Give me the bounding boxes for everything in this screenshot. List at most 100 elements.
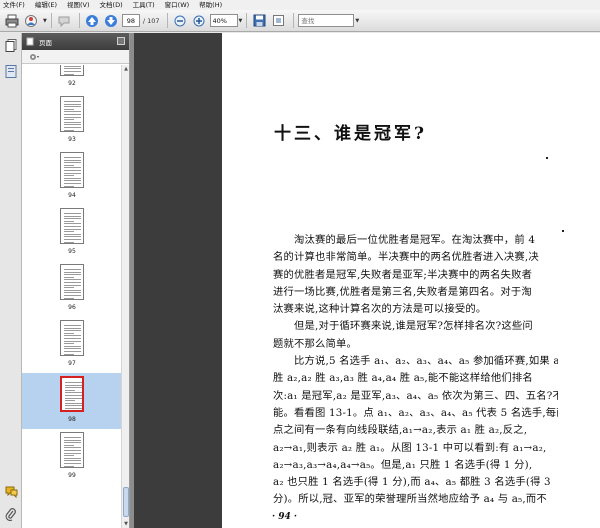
body-text-line: 题就不那么简单。 [273,337,357,350]
body-text-line: 比方说,5 名选手 a₁、a₂、a₃、a₄、a₅ 参加循环赛,如果 a₁ [273,355,558,368]
page-thumbnail[interactable]: 96 [22,261,122,317]
zoom-in-icon [193,15,205,26]
body-text-line: 但是,对于循环赛来说,谁是冠军?怎样排名次?这些问 [273,320,533,333]
body-text-line: 淘汰赛的最后一位优胜者是冠军。在淘汰赛中，前 4 [273,234,536,246]
save-button[interactable] [251,13,267,29]
thumbnail-label: 96 [68,304,76,311]
zoom-dropdown-icon[interactable]: ▼ [239,18,243,24]
printer-icon [5,14,19,27]
share-dropdown-icon[interactable]: ▼ [43,18,47,24]
thumbnail-label: 94 [68,192,76,199]
scroll-up-button[interactable]: ▲ [122,65,130,73]
attachments-panel-button[interactable] [4,507,18,521]
document-view[interactable]: 十三、谁是冠军? 淘汰赛的最后一位优胜者是冠军。在淘汰赛中，前 4 名的计算也非常… [134,33,600,528]
thumbnail-list[interactable]: 92 93 94 95 96 97 98 99 [22,65,130,528]
comment-bubble-icon [5,486,17,498]
pages-panel-header: 页面 [22,33,129,50]
toolbar-separator [78,13,80,28]
thumbnail-label: 95 [68,248,76,255]
menu-bar: 文件(F) 编辑(E) 视图(V) 文档(D) 工具(T) 窗口(W) 帮助(H… [0,0,600,10]
comments-panel-button[interactable] [4,485,18,499]
thumbnail-label: 99 [68,472,76,479]
scroll-down-button[interactable]: ▼ [122,520,130,528]
body-text-line: 进行一场比赛,优胜者是第三名,失败者是第四名。对于淘 [273,285,532,298]
page-number-input[interactable] [121,14,140,27]
body-text-line: 能。看看图 13-1。点 a₁、a₂、a₃、a₄、a₅ 代表 5 名选手,每两 [273,406,558,419]
pages-panel: 页面 92 93 94 95 96 97 98 99 ▲ ▼ [22,33,130,528]
pages-icon [5,38,17,52]
thumbnail-image [60,152,84,188]
panel-options-bar [22,50,129,64]
arrow-down-icon [104,14,117,27]
options-icon[interactable] [29,52,41,62]
collaborate-icon [25,14,37,27]
bookmarks-panel-button[interactable] [4,64,18,78]
zoom-in-button[interactable] [191,13,207,29]
page-footer: · 94 · [272,512,298,522]
toolbar-separator [50,13,52,28]
page-total-label: / 107 [142,16,160,25]
pages-panel-title: 页面 [39,38,52,47]
menu-view[interactable]: 视图(V) [67,0,90,10]
body-text: 淘汰赛的最后一位优胜者是冠军。在淘汰赛中，前 4 名的计算也非常简单。半决赛中的两… [273,232,558,509]
panel-collapse-button[interactable] [117,37,125,45]
page-thumbnail[interactable]: 99 [22,429,122,485]
toolbar-separator [246,13,248,28]
scrollbar-thumb[interactable] [123,487,129,517]
body-text-line: 点之间有一条有向线段联结,a₁→a₂,表示 a₁ 胜 a₂,反之, [273,424,528,437]
thumbnail-image [60,376,84,412]
menu-window[interactable]: 窗口(W) [165,0,190,10]
previous-page-button[interactable] [84,13,100,29]
menu-edit[interactable]: 编辑(E) [35,0,57,10]
disk-icon [253,14,266,27]
menu-tools[interactable]: 工具(T) [133,0,155,10]
thumbnail-image [60,96,84,132]
zoom-out-button[interactable] [172,13,188,29]
page-thumbnail[interactable]: 94 [22,149,122,205]
toolbar-separator [166,13,168,28]
menu-help[interactable]: 帮助(H) [199,0,222,10]
print-button[interactable] [4,13,20,29]
toolbar-separator [293,13,295,28]
thumbnail-image [60,264,84,300]
search-dropdown-icon[interactable]: ▼ [355,18,359,24]
thumbnail-label: 92 [68,80,76,87]
fit-page-icon [272,15,284,26]
body-text-line: 名的计算也非常简单。半决赛中的两名优胜者进入决赛,决 [273,251,539,264]
zoom-level-input[interactable] [209,14,238,27]
document-page: 十三、谁是冠军? 淘汰赛的最后一位优胜者是冠军。在淘汰赛中，前 4 名的计算也非常… [222,33,600,528]
body-text-line: a₂→a₃,a₃→a₄,a₄→a₅。但是,a₁ 只胜 1 名选手(得 1 分), [273,458,533,471]
toolbar: ▼ / 107 ▼ ▼ [0,10,600,32]
bookmark-icon [5,64,17,78]
pdf-reader-window: 文件(F) 编辑(E) 视图(V) 文档(D) 工具(T) 窗口(W) 帮助(H… [0,0,600,528]
page-thumbnail[interactable]: 95 [22,205,122,261]
chapter-title: 十三、谁是冠军? [274,124,427,144]
zoom-out-icon [174,15,186,26]
navigation-icon-bar [0,33,22,528]
comment-button[interactable] [56,13,72,29]
menu-document[interactable]: 文档(D) [100,0,123,10]
thumbnail-label: 93 [68,136,76,143]
page-thumbnail[interactable]: 98 [22,373,122,429]
page-speck [562,230,564,232]
body-text-line: 分)。所以,冠、亚军的荣誉理所当然地应给予 a₄ 与 a₅,而不 [273,493,547,506]
page-thumbnail[interactable]: 93 [22,93,122,149]
body-text-line: 胜 a₂,a₂ 胜 a₃,a₃ 胜 a₄,a₄ 胜 a₅,能不能这样给他们排名 [273,372,533,385]
comment-icon [58,16,70,27]
next-page-button[interactable] [103,13,119,29]
thumbnail-image [60,320,84,356]
arrow-up-icon [85,14,98,27]
thumbnail-label: 98 [68,416,76,423]
search-input[interactable] [298,14,355,27]
share-button[interactable] [23,13,39,29]
fit-page-button[interactable] [270,13,286,29]
page-thumbnail[interactable]: 92 [22,65,122,93]
body-text-line: 赛的优胜者是冠军,失败者是亚军;半决赛中的两名失败者 [273,268,533,281]
menu-file[interactable]: 文件(F) [3,0,25,10]
pages-panel-icon [26,37,34,46]
thumbnail-scrollbar[interactable]: ▲ ▼ [121,65,129,528]
thumbnail-label: 97 [68,360,76,367]
body-text-line: a₂→a₁,则表示 a₂ 胜 a₁。从图 13-1 中可以看到:有 a₁→a₂, [273,441,547,454]
page-thumbnail[interactable]: 97 [22,317,122,373]
pages-panel-button[interactable] [4,38,18,52]
